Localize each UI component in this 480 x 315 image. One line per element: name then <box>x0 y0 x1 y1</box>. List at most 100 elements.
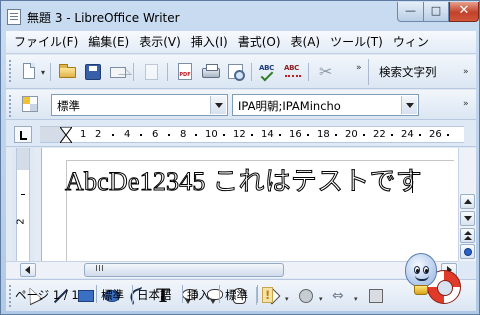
lightbulb-base-icon <box>414 285 428 295</box>
toolbar-grip[interactable] <box>9 60 12 82</box>
indent-marker-icon[interactable] <box>60 127 72 143</box>
vertical-ruler-strip[interactable]: 2 <box>16 148 30 261</box>
block-arrows-dropdown-icon[interactable]: ▾ <box>354 295 358 303</box>
horizontal-scroll-thumb[interactable] <box>84 263 284 277</box>
rectangle-button[interactable] <box>76 286 96 306</box>
menu-bar: ファイル(F) 編集(E) 表示(V) 挿入(I) 書式(O) 表(A) ツール(T) ウィン <box>6 31 476 54</box>
autospellcheck-button[interactable]: ABC <box>283 62 303 82</box>
window-title: 無題 3 - LibreOffice Writer <box>27 11 180 25</box>
ruler-tick: 24 <box>401 129 414 140</box>
font-name-select[interactable]: IPA明朝;IPAMincho <box>232 94 419 116</box>
ruler-tick: 22 <box>373 129 386 140</box>
symbol-shapes-dropdown-icon[interactable]: ▾ <box>319 295 323 303</box>
export-pdf-button[interactable]: PDF <box>175 62 195 82</box>
writer-window: 無題 3 - LibreOffice Writer — □ ✕ ファイル(F) 編… <box>0 0 480 315</box>
email-icon <box>110 67 126 78</box>
close-button[interactable]: ✕ <box>449 2 479 22</box>
cut-button[interactable]: ✂ <box>316 62 336 82</box>
vertical-scrollbar[interactable] <box>458 148 476 261</box>
symbol-shapes-button[interactable] <box>296 286 316 306</box>
print-preview-button[interactable] <box>226 62 246 82</box>
pdf-icon-label: PDF <box>179 72 191 78</box>
find-overflow-icon[interactable]: » <box>463 68 474 77</box>
save-button[interactable] <box>83 62 103 82</box>
chevron-down-icon[interactable] <box>210 96 226 114</box>
toolbar-grip[interactable] <box>9 95 12 117</box>
autospellcheck-icon: ABC <box>284 64 299 72</box>
ruler-dot <box>447 134 449 136</box>
print-preview-icon <box>228 64 245 81</box>
status-style[interactable]: 標準 <box>101 287 124 303</box>
help-assistant[interactable] <box>401 247 463 307</box>
spellcheck-button[interactable]: ABC <box>258 62 278 82</box>
ruler-tick: 12 <box>233 129 246 140</box>
print-button[interactable] <box>201 62 221 82</box>
maximize-button[interactable]: □ <box>424 2 449 22</box>
document-text[interactable]: AbcDe12345 これはテストです <box>65 167 423 197</box>
paragraph-style-select[interactable]: 標準 <box>51 94 228 116</box>
block-arrows-button[interactable]: ⇔ <box>331 286 351 306</box>
previous-page-button[interactable] <box>460 228 475 243</box>
arrow-down-icon <box>464 216 472 221</box>
menu-edit[interactable]: 編集(E) <box>84 31 133 53</box>
tab-stop-selector[interactable] <box>14 126 32 143</box>
toolbar-separator <box>251 63 252 81</box>
vertical-ruler-tick <box>21 194 25 195</box>
basic-shapes-dropdown-icon[interactable]: ▾ <box>285 295 289 303</box>
export-pdf-icon: PDF <box>178 63 192 80</box>
ruler-dot <box>140 134 142 136</box>
toolbar-separator <box>308 63 309 81</box>
ruler-strip[interactable]: 1 2 4 6 8 10 12 14 16 18 20 22 24 26 <box>40 126 464 143</box>
block-arrows-icon: ⇔ <box>332 288 344 304</box>
font-name-value: IPA明朝;IPAMincho <box>238 99 341 113</box>
ruler-tick: 10 <box>205 129 218 140</box>
status-selection-mode[interactable]: 標準 <box>225 287 248 303</box>
new-dropdown-icon[interactable]: ▾ <box>41 68 45 78</box>
horizontal-scrollbar[interactable] <box>6 261 458 278</box>
ruler-dot <box>195 134 197 136</box>
find-toolbar: 検索文字列 <box>368 59 437 85</box>
arrow-up-icon <box>464 199 472 204</box>
document-page[interactable]: AbcDe12345 これはテストです <box>41 148 458 261</box>
status-divider <box>132 285 133 303</box>
ruler-dot <box>279 134 281 136</box>
open-folder-icon <box>59 64 76 78</box>
open-button[interactable] <box>58 62 78 82</box>
symbol-shapes-icon <box>299 289 313 303</box>
status-language[interactable]: 日本語 <box>137 287 172 303</box>
ruler-tick: 20 <box>345 129 358 140</box>
styles-and-formatting-icon[interactable] <box>22 96 38 112</box>
menu-window[interactable]: ウィン <box>389 31 433 53</box>
status-divider <box>257 285 258 303</box>
menu-file[interactable]: ファイル(F) <box>10 31 82 53</box>
find-label[interactable]: 検索文字列 <box>379 64 437 80</box>
ruler-dot <box>168 134 170 136</box>
menu-tools[interactable]: ツール(T) <box>326 31 387 53</box>
right-eye-icon <box>423 266 429 274</box>
toolbar-grip[interactable] <box>9 285 12 307</box>
flowchart-button[interactable] <box>366 286 386 306</box>
menu-view[interactable]: 表示(V) <box>135 31 185 53</box>
menu-insert[interactable]: 挿入(I) <box>187 31 232 53</box>
scroll-left-button[interactable] <box>20 263 36 277</box>
minimize-button[interactable]: — <box>397 2 424 22</box>
document-modified-icon[interactable]: ! <box>262 287 274 303</box>
edit-mode-button[interactable] <box>142 62 162 82</box>
status-insert-mode[interactable]: 挿入 <box>187 287 210 303</box>
format-overflow-icon[interactable]: » <box>463 100 474 109</box>
status-divider <box>219 285 220 303</box>
toolbar-overflow-icon[interactable]: » <box>356 64 362 73</box>
menu-format[interactable]: 書式(O) <box>234 31 285 53</box>
rectangle-icon <box>78 290 94 302</box>
email-button[interactable] <box>108 62 128 82</box>
chevron-down-icon[interactable] <box>401 96 417 114</box>
menu-table[interactable]: 表(A) <box>287 31 325 53</box>
horizontal-ruler: 1 2 4 6 8 10 12 14 16 18 20 22 24 26 <box>6 121 476 147</box>
scroll-up-button[interactable] <box>460 194 475 209</box>
status-page[interactable]: ページ 1 / 1 <box>15 287 79 303</box>
status-divider <box>96 285 97 303</box>
ruler-tick: 8 <box>180 129 187 140</box>
ruler-dot <box>251 134 253 136</box>
new-document-button[interactable] <box>20 62 40 82</box>
scroll-down-button[interactable] <box>460 211 475 226</box>
